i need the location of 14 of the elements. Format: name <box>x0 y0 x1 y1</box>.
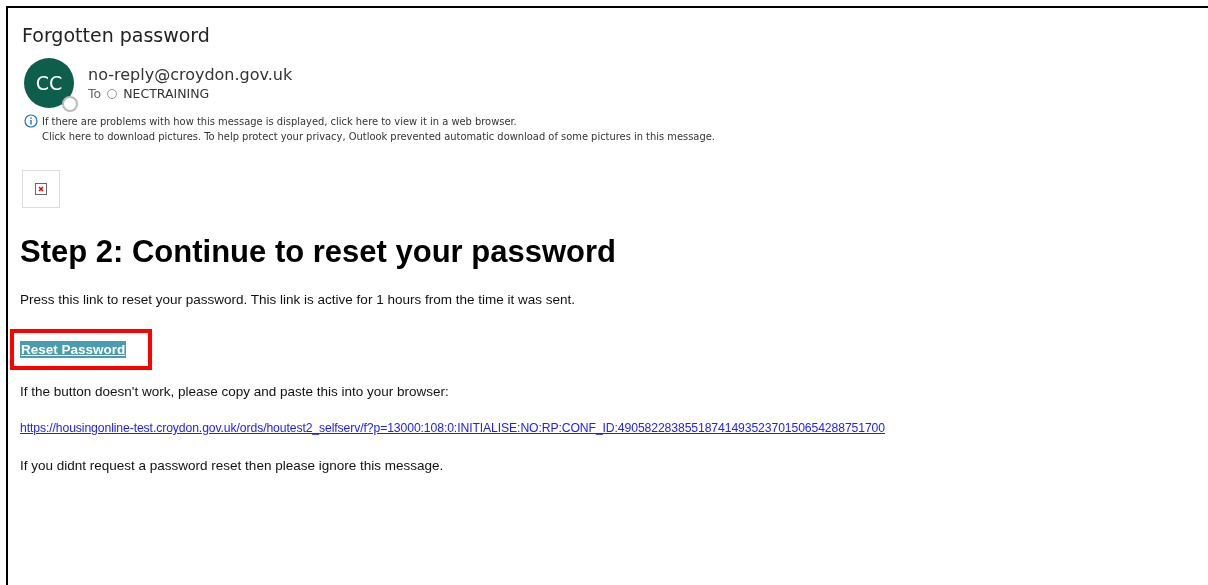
email-heading: Step 2: Continue to reset your password <box>20 234 617 270</box>
reset-link[interactable]: https://housingonline-test.croydon.gov.uk/ords/houtest2_selfserv/f?p=13000:108:0:INITIALISE:NO:RP:CONF_ID:4905822838551874149352370150654288751700 <box>20 421 885 435</box>
info-bar-text[interactable]: Click here to download pictures. To help protect your privacy, Outlook prevented automatic download of some pictures in this message. <box>42 129 715 144</box>
info-icon <box>24 114 38 128</box>
body-text: Press this link to reset your password. This link is active for 1 hours from the time it was sent. <box>20 292 576 307</box>
presence-icon <box>62 96 78 112</box>
to-label: To <box>88 86 102 101</box>
sender-address: no-reply@croydon.gov.uk <box>88 65 293 84</box>
message-subject: Forgotten password <box>22 24 211 46</box>
body-text: If you didnt request a password reset then please ignore this message. <box>20 458 445 473</box>
info-bar-text[interactable]: If there are problems with how this message is displayed, click here to view it in a web browser. <box>42 114 715 129</box>
broken-image-icon <box>22 170 60 208</box>
recipient-name[interactable]: NECTRAINING <box>123 86 210 101</box>
body-text: If the button doesn't work, please copy and paste this into your browser: <box>20 384 450 399</box>
